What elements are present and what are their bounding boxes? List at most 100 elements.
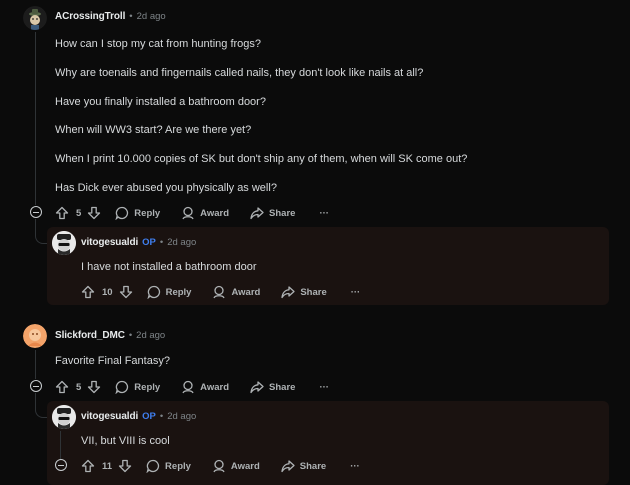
award-label: Award [200, 381, 230, 393]
vote-count: 11 [102, 460, 113, 472]
separator-dot: • [159, 237, 164, 248]
upvote-button[interactable] [81, 285, 95, 299]
downvote-arrow-icon [88, 380, 101, 394]
comment-paragraph: Favorite Final Fantasy? [55, 355, 170, 367]
separator-dot: • [159, 411, 164, 422]
upvote-arrow-icon [55, 206, 69, 220]
downvote-button[interactable] [118, 459, 132, 473]
comment-paragraph: When I print 10.000 copies of SK but don… [55, 153, 468, 165]
upvote-button[interactable] [55, 206, 69, 220]
vote-count: 10 [102, 286, 113, 298]
award-button[interactable]: Award [212, 285, 260, 299]
comment-bubble-icon [115, 380, 129, 394]
thread-line[interactable] [35, 32, 36, 205]
award-icon [182, 380, 194, 394]
award-button[interactable]: Award [181, 380, 229, 394]
comment-time[interactable]: 2d ago [137, 11, 166, 22]
op-badge: OP [142, 411, 156, 422]
share-icon [250, 207, 264, 220]
upvote-arrow-icon [81, 285, 95, 299]
collapse-thread-button[interactable] [30, 206, 42, 218]
share-button[interactable]: Share [281, 285, 327, 299]
separator-dot: • [129, 11, 133, 22]
share-icon [250, 381, 264, 394]
slickford-avatar-icon [23, 324, 47, 348]
award-button[interactable]: Award [181, 206, 229, 220]
comment-bubble-icon [115, 206, 129, 220]
award-label: Award [231, 286, 261, 298]
vito-avatar-icon [52, 405, 76, 429]
downvote-button[interactable] [119, 285, 133, 299]
comment-author[interactable]: vitogesualdi [81, 237, 138, 248]
avatar[interactable] [23, 6, 47, 30]
share-icon [281, 286, 295, 299]
thread-line[interactable] [60, 431, 61, 459]
comment-time[interactable]: 2d ago [167, 237, 196, 248]
reply-actions: 10 Reply Award Share ··· [81, 284, 360, 300]
downvote-button[interactable] [87, 206, 101, 220]
share-label: Share [269, 381, 296, 393]
more-options-button[interactable]: ··· [319, 208, 329, 219]
reply-actions: 11 Reply Award Share ··· [81, 458, 360, 474]
troll-avatar-icon [23, 6, 47, 30]
comment-paragraph: Why are toenails and fingernails called … [55, 67, 424, 79]
comment-author[interactable]: Slickford_DMC [55, 330, 125, 341]
downvote-arrow-icon [88, 206, 101, 220]
downvote-button[interactable] [87, 380, 101, 394]
more-options-button[interactable]: ··· [351, 287, 361, 298]
comment-time[interactable]: 2d ago [167, 411, 196, 422]
vote-count: 5 [76, 207, 82, 219]
reply-text: VII, but VIII is cool [81, 435, 170, 447]
comment-paragraph: How can I stop my cat from hunting frogs… [55, 38, 262, 50]
reply-button[interactable]: Reply [146, 459, 191, 473]
award-label: Award [230, 460, 260, 472]
collapse-thread-button[interactable] [30, 380, 42, 392]
upvote-arrow-icon [55, 380, 69, 394]
comment-paragraph: When will WW3 start? Are we there yet? [55, 124, 252, 136]
share-button[interactable]: Share [281, 459, 326, 473]
comment-bubble-icon [147, 285, 160, 299]
award-icon [182, 206, 194, 220]
award-icon [213, 459, 225, 473]
share-label: Share [300, 286, 327, 298]
more-options-button[interactable]: ··· [319, 382, 329, 393]
comment-author[interactable]: vitogesualdi [81, 411, 138, 422]
reply-label: Reply [134, 381, 161, 393]
award-icon [213, 285, 226, 299]
vito-avatar-icon [52, 231, 76, 255]
share-button[interactable]: Share [250, 206, 295, 220]
comment-actions: 5 Reply Award Share ··· [55, 379, 329, 395]
reply-button[interactable]: Reply [115, 380, 160, 394]
more-options-button[interactable]: ··· [350, 461, 360, 472]
reply-button[interactable]: Reply [115, 206, 160, 220]
reply-button[interactable]: Reply [147, 285, 192, 299]
comment-paragraph: Have you finally installed a bathroom do… [55, 96, 266, 108]
downvote-arrow-icon [119, 285, 132, 299]
share-label: Share [299, 460, 327, 472]
vote-count: 5 [76, 381, 82, 393]
award-label: Award [200, 207, 230, 219]
share-label: Share [269, 207, 296, 219]
upvote-button[interactable] [55, 380, 69, 394]
avatar[interactable] [23, 324, 47, 348]
op-badge: OP [142, 237, 156, 248]
comment-actions: 5 Reply Award Share ··· [55, 205, 329, 221]
thread-line[interactable] [35, 350, 36, 379]
avatar[interactable] [52, 405, 76, 429]
share-button[interactable]: Share [250, 380, 295, 394]
award-button[interactable]: Award [212, 459, 260, 473]
comment-bubble-icon [146, 459, 160, 473]
avatar[interactable] [52, 231, 76, 255]
share-icon [281, 460, 295, 473]
comment-author[interactable]: ACrossingTroll [55, 11, 125, 22]
reply-label: Reply [165, 460, 191, 472]
reply-text: I have not installed a bathroom door [81, 261, 257, 273]
comment-time[interactable]: 2d ago [136, 330, 165, 341]
upvote-button[interactable] [81, 459, 95, 473]
downvote-arrow-icon [118, 459, 132, 473]
reply-label: Reply [134, 207, 161, 219]
comment-paragraph: Has Dick ever abused you physically as w… [55, 182, 277, 194]
separator-dot: • [128, 330, 133, 341]
collapse-thread-button[interactable] [55, 459, 67, 471]
reply-label: Reply [165, 286, 192, 298]
